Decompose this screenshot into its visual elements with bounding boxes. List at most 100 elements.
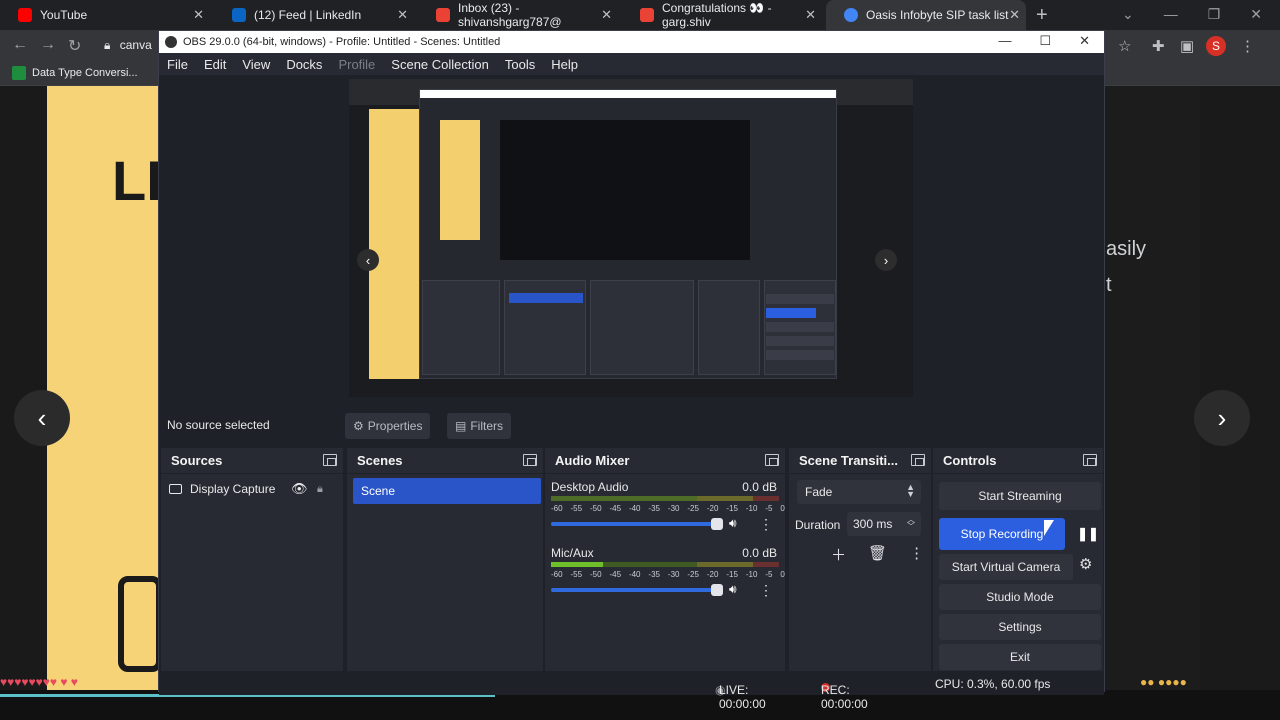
dock-title: Audio Mixer	[555, 453, 630, 468]
sources-dock: Sources Display Capture 👁︎ 🔒︎ ＋ 🗑︎ ⚙ ︿ ﹀	[161, 448, 343, 694]
preview-capture: ‹ ›	[349, 79, 913, 397]
channel-name: Mic/Aux	[551, 546, 594, 560]
filter-icon: ▤	[455, 419, 467, 433]
preview-button	[766, 350, 834, 360]
maximize-icon[interactable]: ☐	[1039, 33, 1051, 49]
start-streaming-button[interactable]: Start Streaming	[939, 482, 1101, 510]
close-tab-icon[interactable]: ✕	[1009, 7, 1020, 23]
menu-profile[interactable]: Profile	[330, 57, 383, 72]
transition-select[interactable]: Fade ▲ ▼	[797, 480, 921, 504]
canva-slide-dark-area	[1104, 86, 1200, 696]
tab-linkedin[interactable]: (12) Feed | LinkedIn ✕	[214, 0, 414, 30]
obs-titlebar: OBS 29.0.0 (64-bit, windows) - Profile: …	[159, 31, 1104, 53]
extensions-icon[interactable]: ✚	[1152, 37, 1165, 55]
properties-label: Properties	[367, 419, 423, 433]
close-tab-icon[interactable]: ✕	[397, 7, 408, 23]
live-time: LIVE: 00:00:00	[719, 683, 766, 711]
channel-menu-icon[interactable]: ⋮	[759, 516, 773, 533]
address-text: canva	[119, 38, 152, 52]
scene-item[interactable]: Scene	[353, 478, 541, 504]
obs-preview[interactable]: ‹ ›	[349, 79, 913, 397]
menu-edit[interactable]: Edit	[196, 57, 234, 72]
channel-menu-icon[interactable]: ⋮	[759, 582, 773, 599]
properties-button[interactable]: ⚙ Properties	[345, 413, 431, 439]
menu-view[interactable]: View	[234, 57, 278, 72]
reaction-emojis: ●● ●●●●	[1140, 675, 1187, 689]
chevron-updown-icon: ▲ ▼	[906, 482, 915, 499]
menu-file[interactable]: File	[159, 57, 196, 72]
preview-dock	[698, 280, 760, 375]
tab-search-icon[interactable]: ⌄	[1122, 6, 1134, 23]
trash-icon[interactable]: 🗑︎	[868, 544, 887, 565]
menu-tools[interactable]: Tools	[497, 57, 543, 72]
forward-icon[interactable]: →	[40, 36, 56, 54]
profile-avatar[interactable]: S	[1206, 36, 1226, 56]
menu-help[interactable]: Help	[543, 57, 586, 72]
lock-icon[interactable]: 🔒︎	[317, 483, 323, 496]
menu-docks[interactable]: Docks	[278, 57, 330, 72]
volume-meter	[551, 562, 779, 567]
add-icon[interactable]: ＋	[831, 544, 846, 565]
source-item[interactable]: Display Capture 👁︎ 🔒︎	[169, 481, 339, 497]
sidepanel-icon[interactable]: ▣	[1180, 37, 1194, 55]
new-tab-button[interactable]: +	[1036, 4, 1048, 27]
close-tab-icon[interactable]: ✕	[193, 7, 204, 23]
preview-next-arrow: ›	[875, 249, 897, 271]
gmail-icon	[640, 8, 654, 22]
bookmark-star-icon[interactable]: ☆	[1118, 37, 1131, 55]
close-icon[interactable]: ✕	[1250, 6, 1262, 23]
float-dock-icon[interactable]	[323, 454, 337, 466]
duration-spinbox[interactable]: 300 ms ︿ ﹀	[847, 512, 921, 536]
close-tab-icon[interactable]: ✕	[805, 7, 816, 23]
close-tab-icon[interactable]: ✕	[601, 7, 612, 23]
menu-dots-icon[interactable]: ⋮	[909, 544, 924, 565]
float-dock-icon[interactable]	[523, 454, 537, 466]
tab-oasis[interactable]: Oasis Infobyte SIP task list ✕	[826, 0, 1026, 30]
back-icon[interactable]: ←	[12, 36, 28, 54]
tab-youtube[interactable]: YouTube ✕	[0, 0, 210, 30]
virtual-camera-settings-icon[interactable]: ⚙	[1079, 555, 1092, 573]
youtube-icon	[18, 8, 32, 22]
tab-gmail-inbox[interactable]: Inbox (23) - shivanshgarg787@ ✕	[418, 0, 618, 30]
tab-gmail-congrats[interactable]: Congratulations 👀 - garg.shiv ✕	[622, 0, 822, 30]
transition-value: Fade	[805, 485, 833, 499]
tab-label: YouTube	[40, 8, 88, 22]
obs-title: OBS 29.0.0 (64-bit, windows) - Profile: …	[183, 36, 501, 48]
filters-button[interactable]: ▤ Filters	[447, 413, 512, 439]
visibility-eye-icon[interactable]: 👁︎	[291, 481, 308, 497]
pause-recording-button[interactable]: ❚❚	[1075, 518, 1101, 550]
float-dock-icon[interactable]	[765, 454, 779, 466]
source-toolbar: No source selected ⚙ Properties ▤ Filter…	[159, 409, 1104, 441]
next-slide-button[interactable]: ›	[1194, 390, 1250, 446]
chrome-menu-icon[interactable]: ⋮	[1240, 37, 1255, 55]
float-dock-icon[interactable]	[911, 454, 925, 466]
gmail-icon	[436, 8, 450, 22]
speaker-icon[interactable]: 🔊︎	[729, 582, 737, 597]
minimize-icon[interactable]: —	[1164, 6, 1178, 23]
obs-logo-icon	[165, 36, 177, 48]
minimize-icon[interactable]: —	[998, 33, 1011, 49]
preview-dock	[590, 280, 694, 375]
slider-handle[interactable]	[711, 518, 723, 530]
menu-scene-collection[interactable]: Scene Collection	[383, 57, 497, 72]
spin-arrows-icon[interactable]: ︿ ﹀	[907, 516, 915, 531]
start-virtual-camera-button[interactable]: Start Virtual Camera	[939, 554, 1073, 580]
volume-slider[interactable]	[551, 518, 723, 530]
float-dock-icon[interactable]	[1083, 454, 1097, 466]
volume-meter	[551, 496, 779, 501]
reload-icon[interactable]: ↻	[68, 36, 81, 56]
volume-slider[interactable]	[551, 584, 723, 596]
settings-button[interactable]: Settings	[939, 614, 1101, 640]
address-bar[interactable]: 🔒︎ canva	[104, 38, 152, 53]
scenes-dock: Scenes Scene ＋ 🗑︎ ▤ ︿ ﹀	[347, 448, 543, 694]
bookmark-item[interactable]: Data Type Conversi...	[12, 66, 138, 80]
restore-icon[interactable]: ❐	[1208, 6, 1221, 23]
speaker-icon[interactable]: 🔊︎	[729, 516, 737, 531]
slider-handle[interactable]	[711, 584, 723, 596]
close-icon[interactable]: ✕	[1079, 33, 1090, 49]
monitor-icon	[169, 484, 182, 494]
exit-button[interactable]: Exit	[939, 644, 1101, 670]
no-source-label: No source selected	[167, 418, 270, 432]
prev-slide-button[interactable]: ‹	[14, 390, 70, 446]
studio-mode-button[interactable]: Studio Mode	[939, 584, 1101, 610]
